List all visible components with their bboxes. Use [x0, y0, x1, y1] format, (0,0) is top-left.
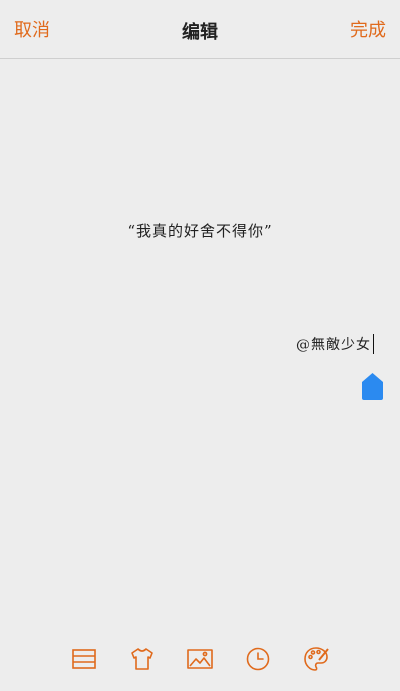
text-editor-canvas[interactable]: “我真的好舍不得你” @無敵少女 [0, 59, 400, 619]
page-title: 编辑 [182, 22, 218, 43]
quote-text[interactable]: “我真的好舍不得你” [0, 220, 400, 241]
done-button[interactable]: 完成 [350, 19, 386, 43]
text-caret [373, 334, 374, 354]
shirt-icon[interactable] [128, 645, 156, 673]
layout-icon[interactable] [70, 645, 98, 673]
signature-text[interactable]: @無敵少女 [296, 334, 371, 354]
signature-line[interactable]: @無敵少女 [296, 334, 374, 354]
nav-bar: 取消 编辑 完成 [0, 0, 400, 59]
clock-icon[interactable] [244, 645, 272, 673]
palette-icon[interactable] [302, 645, 330, 673]
image-icon[interactable] [186, 645, 214, 673]
cursor-handle[interactable] [362, 373, 383, 400]
bottom-toolbar [0, 630, 400, 686]
